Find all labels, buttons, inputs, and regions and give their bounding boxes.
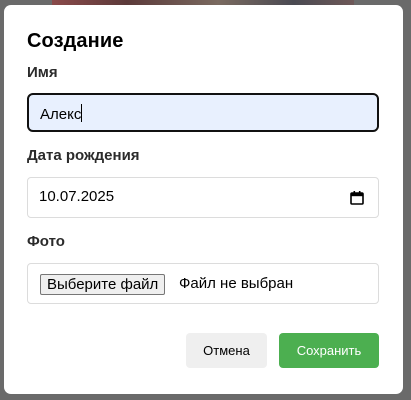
- create-dialog: Создание Имя Алекс Дата рождения 10.07.2…: [4, 5, 403, 394]
- file-status-text: Файл не выбран: [179, 275, 294, 292]
- cancel-button[interactable]: Отмена: [186, 333, 267, 368]
- text-caret: [81, 104, 83, 122]
- name-input[interactable]: Алекс: [27, 93, 379, 132]
- photo-label: Фото: [27, 233, 65, 250]
- birthdate-label: Дата рождения: [27, 147, 140, 164]
- name-input-text: Алекс: [40, 106, 82, 123]
- name-label: Имя: [27, 64, 58, 81]
- choose-file-button[interactable]: Выберите файл: [40, 274, 166, 295]
- photo-file-input: Выберите файл Файл не выбран: [27, 263, 379, 304]
- calendar-icon[interactable]: [349, 190, 365, 206]
- dialog-title: Создание: [27, 30, 124, 52]
- save-button[interactable]: Сохранить: [279, 333, 379, 368]
- birthdate-input-value: 10.07.2025: [39, 188, 115, 205]
- name-input-value: Алекс: [40, 104, 83, 123]
- birthdate-input[interactable]: 10.07.2025: [27, 177, 379, 218]
